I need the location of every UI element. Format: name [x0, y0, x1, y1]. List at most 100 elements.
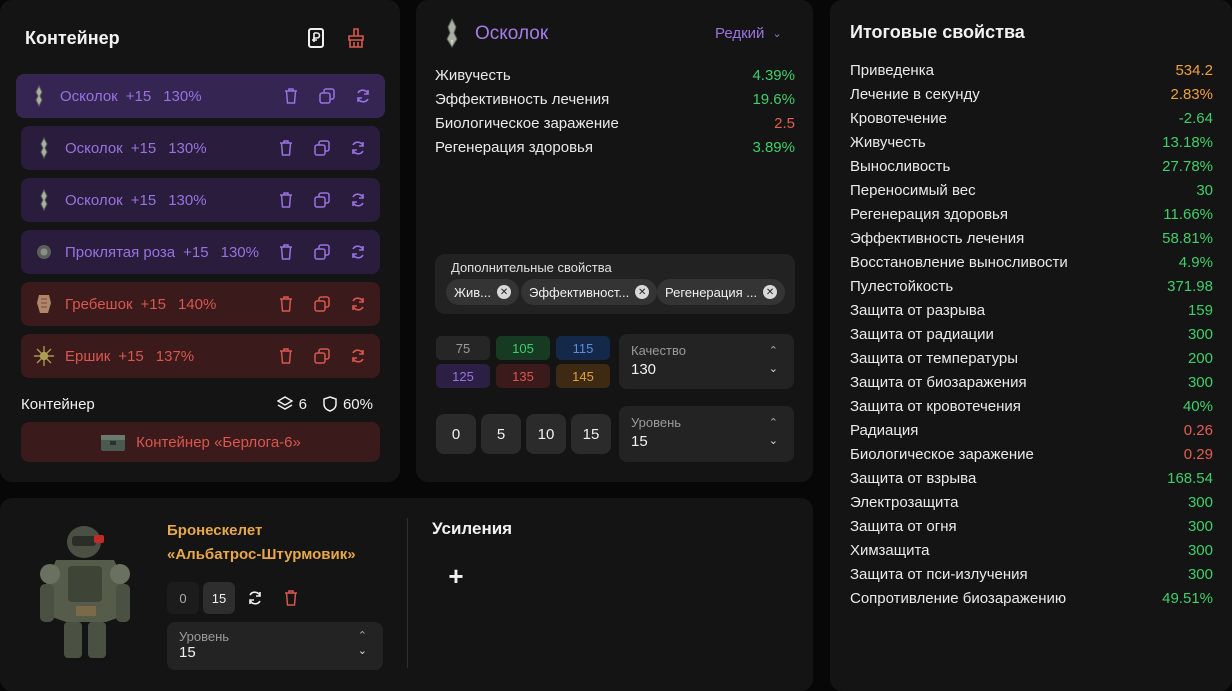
armor-reset-button[interactable]	[239, 582, 271, 614]
duplicate-button[interactable]	[312, 242, 332, 262]
armor-name-line2: «Альбатрос-Штурмовик»	[167, 546, 356, 563]
delete-button[interactable]	[276, 346, 296, 366]
artifact-row-percent: 140%	[177, 295, 217, 313]
artifact-row-name: Гребешок	[65, 295, 133, 313]
stat-label: Радиация	[850, 422, 919, 439]
quality-button[interactable]: 105	[496, 336, 550, 360]
container-select-button[interactable]: Контейнер «Берлога-6»	[21, 422, 380, 462]
stat-value: 49.51%	[1162, 590, 1213, 607]
stat-label: Защита от взрыва	[850, 470, 977, 487]
remove-chip-icon[interactable]: ✕	[497, 285, 512, 299]
artifact-row-bonus: +15	[125, 87, 152, 105]
rarity-dropdown[interactable]: Редкий ⌄	[715, 25, 782, 42]
artifact-row[interactable]: Проклятая роза +15 130%	[21, 230, 380, 274]
artifact-row[interactable]: Осколок +15 130%	[21, 178, 380, 222]
receipt-button[interactable]	[304, 26, 328, 50]
duplicate-button[interactable]	[312, 346, 332, 366]
quality-select[interactable]: Качество 130 ⌃ ⌄	[619, 334, 794, 389]
quality-button[interactable]: 115	[556, 336, 610, 360]
extra-property-chip[interactable]: Жив... ✕	[446, 279, 520, 305]
stat-row: Восстановление выносливости 4.9%	[850, 254, 1213, 274]
stat-row: Выносливость 27.78%	[850, 158, 1213, 178]
stat-value: 200	[1187, 350, 1213, 367]
artifact-row[interactable]: Осколок +15 130%	[21, 126, 380, 170]
remove-chip-icon[interactable]: ✕	[635, 285, 650, 299]
artifact-row[interactable]: Ершик +15 137%	[21, 334, 380, 378]
artifact-row-actions	[276, 346, 368, 366]
copy-icon	[314, 296, 330, 312]
extra-property-chip[interactable]: Регенерация ... ✕	[657, 279, 786, 305]
delete-button[interactable]	[281, 86, 301, 106]
trash-icon	[285, 590, 297, 606]
stat-value: 40%	[1182, 398, 1213, 415]
level-preset-button[interactable]: 15	[571, 414, 611, 454]
duplicate-button[interactable]	[312, 294, 332, 314]
stat-label: Эффективность лечения	[850, 230, 1025, 247]
reroll-button[interactable]	[348, 138, 368, 158]
reroll-button[interactable]	[348, 190, 368, 210]
stat-row: Регенерация здоровья 11.66%	[850, 206, 1213, 226]
stat-row: Защита от пси-излучения 300	[850, 566, 1213, 586]
quality-button[interactable]: 75	[436, 336, 490, 360]
property-value: 4.39%	[752, 67, 795, 84]
level-preset-button[interactable]: 10	[526, 414, 566, 454]
shard-icon	[442, 17, 462, 48]
artifact-row-name: Осколок	[60, 87, 118, 105]
trash-icon	[280, 140, 292, 156]
copy-icon	[319, 88, 335, 104]
artifact-row-name: Ершик	[65, 347, 111, 365]
clear-all-button[interactable]	[344, 26, 368, 50]
copy-icon	[314, 192, 330, 208]
stat-row: Биологическое заражение 0.29	[850, 446, 1213, 466]
stat-label: Химзащита	[850, 542, 930, 559]
delete-button[interactable]	[276, 138, 296, 158]
duplicate-button[interactable]	[312, 138, 332, 158]
chevron-up-icon: ⌃	[768, 345, 778, 357]
stat-row: Пулестойкость 371.98	[850, 278, 1213, 298]
refresh-icon	[352, 297, 364, 311]
reroll-button[interactable]	[348, 294, 368, 314]
level-label: Уровень	[631, 415, 682, 430]
reroll-button[interactable]	[348, 346, 368, 366]
chevron-up-icon: ⌃	[357, 630, 367, 642]
stat-label: Защита от кровотечения	[850, 398, 1021, 415]
level-select[interactable]: Уровень 15 ⌃ ⌄	[619, 406, 794, 462]
reroll-button[interactable]	[353, 86, 373, 106]
armor-level-15-button[interactable]: 15	[203, 582, 235, 614]
artifact-row[interactable]: Осколок +15 130%	[16, 74, 385, 118]
add-upgrade-button[interactable]: +	[444, 563, 468, 590]
reroll-button[interactable]	[348, 242, 368, 262]
duplicate-button[interactable]	[312, 190, 332, 210]
stat-label: Лечение в секунду	[850, 86, 980, 103]
artifact-row-percent: 130%	[220, 243, 259, 261]
artifact-row-bonus: +15	[118, 347, 144, 365]
chevron-down-icon: ⌄	[768, 435, 778, 447]
shard-icon	[28, 85, 50, 107]
artifact-row[interactable]: Гребешок +15 140%	[21, 282, 380, 326]
delete-button[interactable]	[276, 294, 296, 314]
stat-row: Защита от температуры 200	[850, 350, 1213, 370]
delete-button[interactable]	[276, 242, 296, 262]
artifact-property-row: Регенерация здоровья 3.89%	[435, 139, 795, 159]
quality-button[interactable]: 145	[556, 364, 610, 388]
remove-chip-icon[interactable]: ✕	[763, 285, 778, 299]
delete-button[interactable]	[276, 190, 296, 210]
rose-icon	[33, 241, 55, 263]
stat-value: 300	[1187, 566, 1213, 583]
artifact-name: Осколок	[475, 23, 549, 44]
quality-button[interactable]: 125	[436, 364, 490, 388]
armor-delete-button[interactable]	[275, 582, 307, 614]
armor-level-0-button[interactable]: 0	[167, 582, 199, 614]
armor-level-select[interactable]: Уровень 15 ⌃ ⌄	[167, 622, 383, 670]
level-preset-button[interactable]: 0	[436, 414, 476, 454]
duplicate-button[interactable]	[317, 86, 337, 106]
property-value: 2.5	[774, 115, 795, 132]
quality-button[interactable]: 135	[496, 364, 550, 388]
extra-property-chip[interactable]: Эффективност... ✕	[521, 279, 658, 305]
stat-row: Эффективность лечения 58.81%	[850, 230, 1213, 250]
level-preset-button[interactable]: 5	[481, 414, 521, 454]
extra-properties-box: Дополнительные свойства Жив... ✕ Эффективн…	[435, 254, 795, 314]
property-label: Живучесть	[435, 67, 511, 84]
stats-title: Итоговые свойства	[850, 22, 1025, 42]
stat-label: Восстановление выносливости	[850, 254, 1068, 271]
